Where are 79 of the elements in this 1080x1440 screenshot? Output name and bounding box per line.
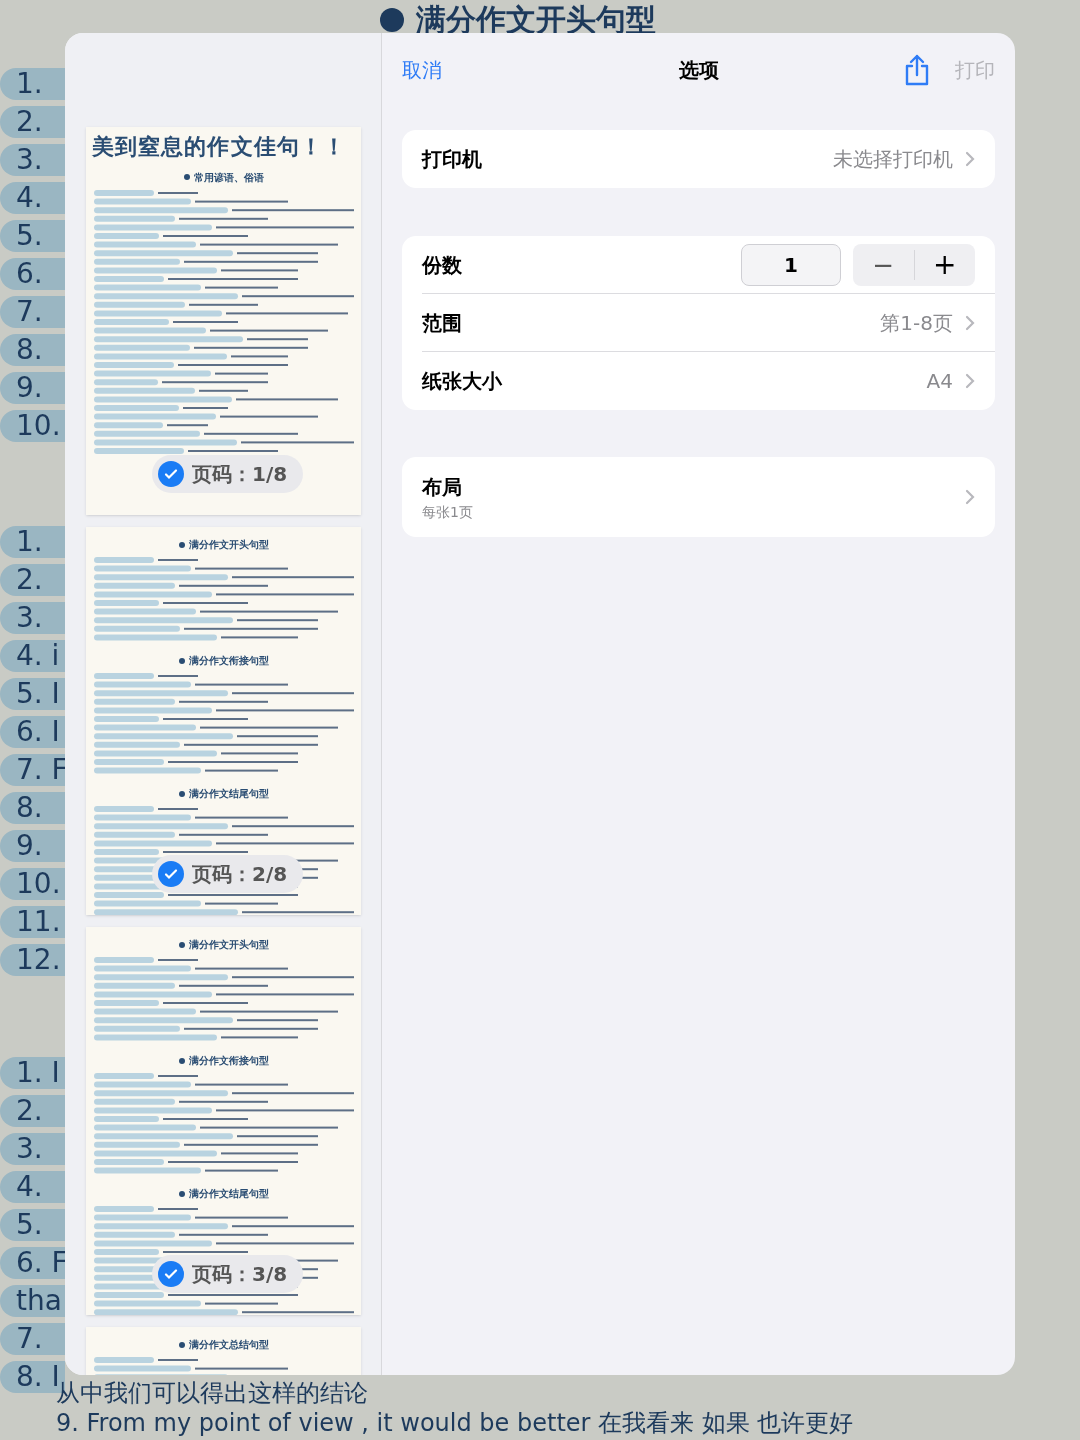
- option-label: 份数: [422, 251, 462, 279]
- checkmark-icon[interactable]: [158, 861, 184, 887]
- bullet-icon: [178, 1190, 185, 1197]
- section-heading: 满分作文开头句型: [188, 538, 269, 552]
- option-value: A4: [926, 368, 953, 395]
- checkmark-icon[interactable]: [158, 461, 184, 487]
- chevron-icon: [965, 314, 975, 331]
- option-value: 未选择打印机: [833, 146, 953, 173]
- page-thumbnail[interactable]: 满分作文总结句型: [86, 1327, 361, 1375]
- handwritten-number: 2.: [0, 106, 65, 138]
- handwritten-number: 4.: [0, 1171, 65, 1203]
- section-heading: 满分作文结尾句型: [188, 787, 269, 802]
- section-heading: 满分作文衔接句型: [188, 654, 269, 668]
- decrement-button[interactable]: −: [853, 249, 915, 280]
- option-label: 打印机: [422, 146, 482, 173]
- handwritten-number: 5. I: [0, 678, 65, 710]
- section-heading: 满分作文总结句型: [188, 1338, 269, 1352]
- handwritten-number: 6.: [0, 258, 65, 290]
- option-value: 第1-8页: [880, 309, 953, 337]
- section-heading: 满分作文开头句型: [188, 938, 269, 952]
- handwritten-number: 10.: [0, 410, 65, 442]
- handwritten-number: 9.: [0, 372, 65, 404]
- chevron-icon: [965, 151, 975, 167]
- handwritten-number: 5.: [0, 1209, 65, 1241]
- checkmark-icon[interactable]: [158, 1261, 184, 1287]
- handwritten-number: 7.: [0, 1323, 65, 1355]
- increment-button[interactable]: +: [914, 249, 975, 280]
- bullet-icon: [178, 790, 185, 797]
- copies-field[interactable]: 1: [741, 243, 841, 286]
- handwritten-number: 1.: [0, 526, 65, 558]
- section-heading: 满分作文结尾句型: [188, 1187, 269, 1202]
- handwritten-number: 2.: [0, 1095, 65, 1127]
- handwritten-number: 3.: [0, 602, 65, 634]
- section-heading: 满分作文衔接句型: [188, 1054, 269, 1068]
- handwritten-number: 2.: [0, 564, 65, 596]
- handwritten-number: 7.: [0, 296, 65, 328]
- chevron-icon: [965, 489, 975, 505]
- chevron-icon: [965, 373, 975, 389]
- page-thumbnail[interactable]: 美到窒息的作文佳句！！ 常用谚语、俗语 页码：1/8: [86, 127, 361, 515]
- bullet-icon: [183, 174, 190, 180]
- cancel-button[interactable]: 取消: [402, 55, 442, 85]
- handwritten-number: 3.: [0, 144, 65, 176]
- page-thumbnail[interactable]: 满分作文开头句型 满分作文衔接句型 满分作文结尾句型 页码：2/8: [86, 527, 361, 915]
- handwritten-number: 10.: [0, 868, 65, 900]
- section-heading: 常用谚语、俗语: [193, 170, 264, 185]
- page-number: 页码：2/8: [192, 861, 288, 888]
- handwritten-number: 1. I: [0, 1057, 65, 1089]
- option-row[interactable]: 纸张大小 A4: [422, 352, 995, 410]
- bullet-icon: [178, 1341, 185, 1348]
- handwritten-number: 6. I: [0, 716, 65, 748]
- handwritten-line: 9. From my point of view , it would be better 在我看来 如果 也许更好: [56, 1408, 854, 1438]
- bullet-icon: [178, 1057, 185, 1064]
- page-thumbnail[interactable]: 满分作文开头句型 满分作文衔接句型 满分作文结尾句型 页码：3/8: [86, 927, 361, 1315]
- dialog-title: 选项: [678, 57, 719, 84]
- handwritten-number: 4.: [0, 182, 65, 214]
- handwritten-number: 9.: [0, 830, 65, 862]
- handwritten-number: 11.: [0, 906, 65, 938]
- handwritten-number: 8.: [0, 334, 65, 366]
- page-number: 页码：1/8: [192, 461, 288, 488]
- bullet-icon: [178, 657, 185, 664]
- option-row[interactable]: 范围 第1-8页: [422, 294, 995, 352]
- share-icon[interactable]: [903, 53, 931, 87]
- handwritten-number: 1.: [0, 68, 65, 100]
- handwritten-number: 5.: [0, 220, 65, 252]
- page-title: 美到窒息的作文佳句！！: [92, 133, 348, 161]
- option-subtitle: 每张1页: [422, 502, 473, 522]
- bullet-icon: [178, 941, 185, 948]
- option-label: 布局: [422, 473, 463, 501]
- page-number: 页码：3/8: [192, 1261, 288, 1288]
- handwritten-number: 3.: [0, 1133, 65, 1165]
- handwritten-number: 4. i: [0, 640, 65, 672]
- handwritten-number: 8.: [0, 792, 65, 824]
- option-label: 范围: [422, 309, 462, 337]
- handwritten-number: 12.: [0, 944, 65, 976]
- option-label: 纸张大小: [422, 368, 502, 395]
- bullet-icon: [380, 8, 404, 32]
- bullet-icon: [178, 541, 185, 548]
- handwritten-number: tha: [0, 1285, 65, 1317]
- option-row[interactable]: 布局 每张1页: [402, 457, 995, 537]
